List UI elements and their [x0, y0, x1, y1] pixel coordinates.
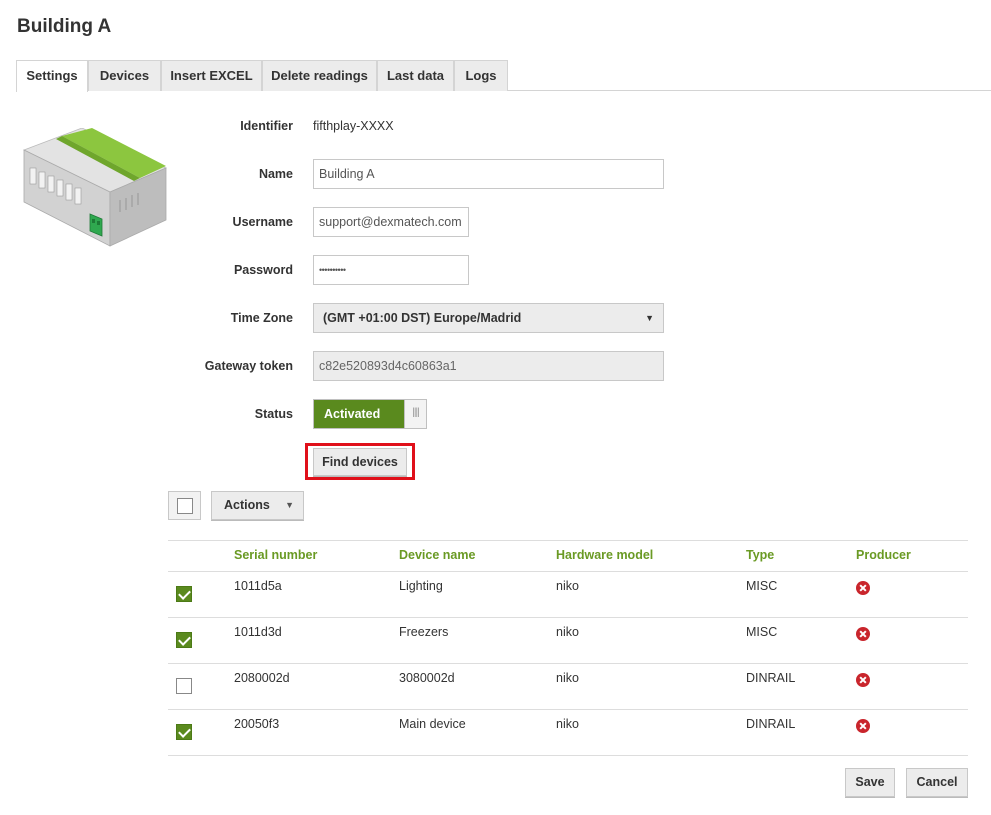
timezone-label: Time Zone [230, 311, 293, 325]
cell-serial: 20050f3 [234, 717, 280, 731]
table-row: 2080002d 3080002d niko DINRAIL [168, 664, 968, 710]
timezone-selected-value: (GMT +01:00 DST) Europe/Madrid [323, 311, 522, 325]
status-toggle-label: Activated [314, 400, 404, 428]
name-input[interactable]: Building A [313, 159, 664, 189]
cell-type: MISC [746, 625, 778, 639]
cell-device-name: Lighting [399, 579, 443, 593]
cancel-button[interactable]: Cancel [906, 768, 968, 797]
remove-icon[interactable] [856, 719, 870, 733]
header-serial-number[interactable]: Serial number [234, 548, 317, 562]
cell-device-name: Main device [399, 717, 466, 731]
save-button[interactable]: Save [845, 768, 895, 797]
table-row: 1011d3d Freezers niko MISC [168, 618, 968, 664]
table-row: 20050f3 Main device niko DINRAIL [168, 710, 968, 756]
header-hardware-model[interactable]: Hardware model [556, 548, 653, 562]
remove-icon[interactable] [856, 673, 870, 687]
page-title: Building A [17, 16, 112, 37]
remove-icon[interactable] [856, 581, 870, 595]
cell-serial: 1011d3d [234, 625, 282, 639]
cell-serial: 1011d5a [234, 579, 282, 593]
username-input[interactable]: support@dexmatech.com [313, 207, 469, 237]
cell-hardware-model: niko [556, 671, 579, 685]
header-producer[interactable]: Producer [856, 548, 911, 562]
cell-serial: 2080002d [234, 671, 290, 685]
cell-hardware-model: niko [556, 625, 579, 639]
status-label: Status [254, 407, 293, 421]
status-toggle[interactable]: Activated |||| [313, 399, 427, 429]
tab-devices[interactable]: Devices [88, 60, 161, 91]
password-input[interactable]: •••••••••• [313, 255, 469, 285]
toggle-grip-icon: |||| [404, 400, 426, 428]
password-label: Password [233, 263, 293, 277]
select-all-checkbox[interactable] [168, 491, 201, 520]
name-label: Name [258, 167, 293, 181]
row-checkbox[interactable] [176, 724, 192, 740]
remove-icon[interactable] [856, 627, 870, 641]
table-header: Serial number Device name Hardware model… [168, 541, 968, 572]
cell-type: DINRAIL [746, 717, 796, 731]
identifier-value: fifthplay-XXXX [313, 119, 394, 133]
caret-down-icon: ▼ [285, 500, 294, 510]
row-checkbox[interactable] [176, 586, 192, 602]
header-device-name[interactable]: Device name [399, 548, 475, 562]
devices-table: Serial number Device name Hardware model… [168, 540, 968, 756]
table-row: 1011d5a Lighting niko MISC [168, 572, 968, 618]
tab-settings[interactable]: Settings [16, 60, 88, 92]
cell-type: MISC [746, 579, 778, 593]
gateway-token-field: c82e520893d4c60863a1 [313, 351, 664, 381]
actions-dropdown[interactable]: Actions ▼ [211, 491, 304, 520]
gateway-token-label: Gateway token [204, 359, 293, 373]
caret-down-icon: ▼ [645, 313, 654, 323]
timezone-select[interactable]: (GMT +01:00 DST) Europe/Madrid ▼ [313, 303, 664, 333]
find-devices-button[interactable]: Find devices [313, 448, 407, 476]
cell-hardware-model: niko [556, 717, 579, 731]
header-type[interactable]: Type [746, 548, 774, 562]
row-checkbox[interactable] [176, 632, 192, 648]
tab-insert-excel[interactable]: Insert EXCEL [161, 60, 262, 91]
username-label: Username [232, 215, 293, 229]
tab-delete-readings[interactable]: Delete readings [262, 60, 377, 91]
tab-last-data[interactable]: Last data [377, 60, 454, 91]
checkbox-icon [177, 498, 193, 514]
identifier-label: Identifier [240, 119, 293, 133]
cell-hardware-model: niko [556, 579, 579, 593]
tab-logs[interactable]: Logs [454, 60, 508, 91]
cell-device-name: Freezers [399, 625, 449, 639]
actions-label: Actions [224, 498, 270, 512]
gateway-device-image [22, 128, 167, 247]
cell-type: DINRAIL [746, 671, 796, 685]
cell-device-name: 3080002d [399, 671, 455, 685]
tab-bar: Settings Devices Insert EXCEL Delete rea… [16, 60, 991, 92]
row-checkbox[interactable] [176, 678, 192, 694]
